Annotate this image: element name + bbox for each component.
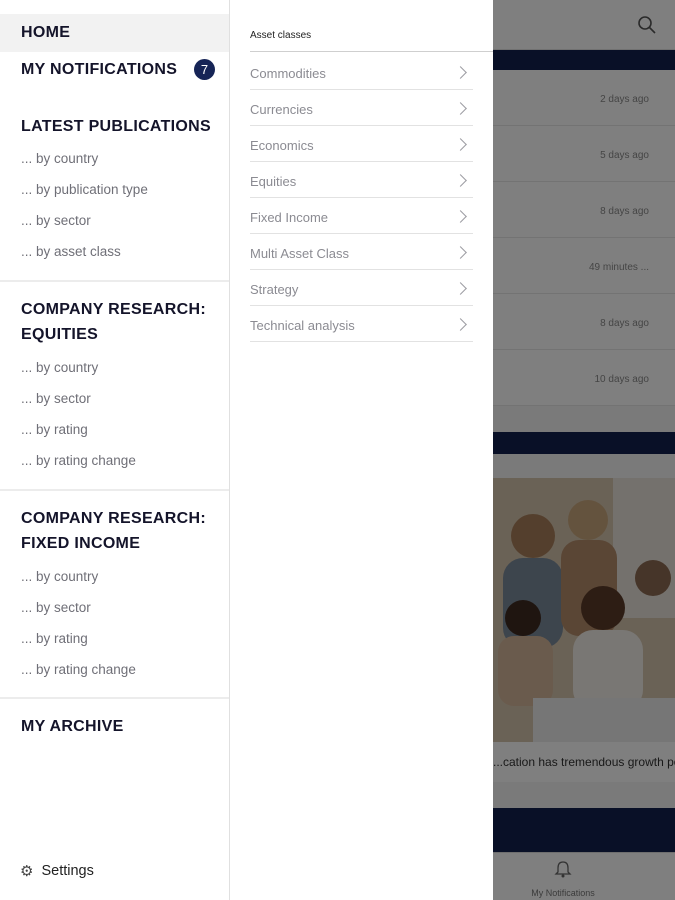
nav-latest-by-country[interactable]: ... by country [21,151,98,166]
item-label: Currencies [250,102,313,117]
chevron-right-icon [454,66,467,79]
chevron-right-icon [454,102,467,115]
item-label: Equities [250,174,297,189]
section-latest-publications[interactable]: LATEST PUBLICATIONS [21,114,221,139]
asset-class-item-economics[interactable]: Economics [250,126,473,162]
nav-equities-by-rating-change[interactable]: ... by rating change [21,453,136,468]
nav-equities-by-country[interactable]: ... by country [21,360,98,375]
asset-class-item-currencies[interactable]: Currencies [250,90,473,126]
item-label: Commodities [250,66,326,81]
gear-icon: ⚙ [20,863,34,880]
asset-class-item-commodities[interactable]: Commodities [250,54,473,90]
asset-classes-panel: Asset classes Commodities Currencies Eco… [231,0,493,900]
chevron-right-icon [454,210,467,223]
nav-fixed-income-by-rating-change[interactable]: ... by rating change [21,662,136,677]
chevron-right-icon [454,318,467,331]
section-company-research-equities[interactable]: COMPANY RESEARCH: EQUITIES [21,297,221,347]
nav-latest-by-asset-class[interactable]: ... by asset class [21,244,121,259]
divider [0,697,229,699]
item-label: Multi Asset Class [250,246,349,261]
item-label: Strategy [250,282,299,297]
nav-home[interactable]: HOME [21,24,70,42]
panel-title-divider [250,51,493,52]
nav-latest-by-publication-type[interactable]: ... by publication type [21,182,148,197]
chevron-right-icon [454,282,467,295]
settings-button[interactable]: ⚙ Settings [20,862,94,880]
section-company-research-fixed-income[interactable]: COMPANY RESEARCH: FIXED INCOME [21,506,221,556]
nav-fixed-income-by-sector[interactable]: ... by sector [21,600,91,615]
asset-class-item-technical-analysis[interactable]: Technical analysis [250,306,473,342]
notifications-count-badge: 7 [194,59,215,80]
chevron-right-icon [454,246,467,259]
asset-class-item-fixed-income[interactable]: Fixed Income [250,198,473,234]
panel-title: Asset classes [250,30,312,41]
item-label: Fixed Income [250,210,329,225]
overlay-scrim[interactable] [493,0,675,900]
chevron-right-icon [454,174,467,187]
asset-class-item-multi-asset-class[interactable]: Multi Asset Class [250,234,473,270]
settings-label: Settings [41,863,94,879]
item-label: Technical analysis [250,318,355,333]
asset-class-item-strategy[interactable]: Strategy [250,270,473,306]
navigation-drawer: HOME MY NOTIFICATIONS 7 LATEST PUBLICATI… [0,0,230,900]
nav-my-archive[interactable]: MY ARCHIVE [21,718,124,736]
nav-equities-by-sector[interactable]: ... by sector [21,391,91,406]
nav-latest-by-sector[interactable]: ... by sector [21,213,91,228]
nav-fixed-income-by-rating[interactable]: ... by rating [21,631,88,646]
chevron-right-icon [454,138,467,151]
divider [0,489,229,491]
nav-equities-by-rating[interactable]: ... by rating [21,422,88,437]
item-label: Economics [250,138,314,153]
divider [0,280,229,282]
asset-class-item-equities[interactable]: Equities [250,162,473,198]
nav-fixed-income-by-country[interactable]: ... by country [21,569,98,584]
nav-my-notifications[interactable]: MY NOTIFICATIONS [21,61,177,79]
